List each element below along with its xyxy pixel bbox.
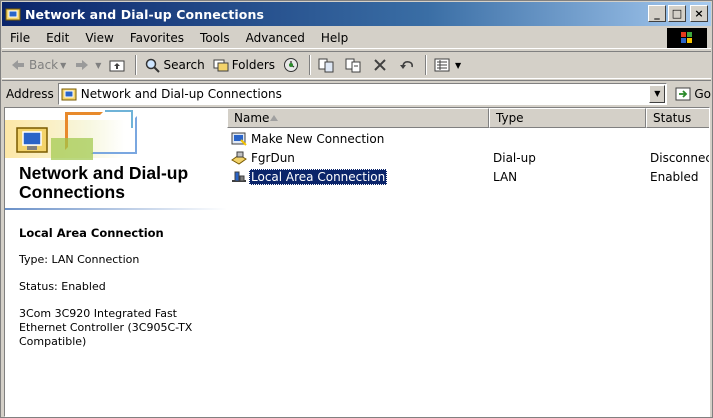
column-header-name[interactable]: Name bbox=[227, 108, 489, 128]
address-value: Network and Dial-up Connections bbox=[80, 86, 282, 101]
views-icon bbox=[434, 57, 450, 73]
maximize-button[interactable]: □ bbox=[668, 5, 686, 22]
folders-label: Folders bbox=[231, 58, 276, 72]
window-title: Network and Dial-up Connections bbox=[25, 6, 265, 22]
menu-favorites[interactable]: Favorites bbox=[122, 28, 192, 48]
selected-connection-name: Local Area Connection bbox=[19, 226, 164, 240]
column-header-status[interactable]: Status bbox=[646, 108, 709, 128]
back-button[interactable]: Back ▼ bbox=[6, 53, 70, 77]
banner-graphic bbox=[5, 108, 227, 162]
delete-icon bbox=[372, 57, 388, 73]
go-arrow-icon bbox=[675, 86, 691, 102]
up-folder-icon bbox=[109, 57, 125, 73]
menu-advanced[interactable]: Advanced bbox=[238, 28, 313, 48]
search-icon bbox=[144, 57, 161, 73]
lan-icon bbox=[231, 169, 247, 185]
delete-button[interactable] bbox=[368, 53, 395, 77]
menu-view[interactable]: View bbox=[77, 28, 121, 48]
address-bar: Address Network and Dial-up Connections … bbox=[2, 80, 711, 106]
column-header-type[interactable]: Type bbox=[489, 108, 646, 128]
pane-title: Network and Dial-up Connections bbox=[19, 163, 189, 202]
menu-help[interactable]: Help bbox=[313, 28, 356, 48]
menu-tools[interactable]: Tools bbox=[192, 28, 238, 48]
list-header: Name Type Status bbox=[227, 108, 709, 128]
title-bar[interactable]: Network and Dial-up Connections _ □ × bbox=[2, 2, 711, 26]
pane-divider bbox=[5, 208, 227, 210]
toolbar-separator bbox=[135, 55, 138, 75]
forward-dropdown-icon[interactable]: ▼ bbox=[95, 61, 101, 70]
views-button[interactable]: ▼ bbox=[430, 53, 465, 77]
copy-to-icon bbox=[345, 57, 361, 73]
list-item-make-new-connection[interactable]: Make New Connection bbox=[227, 130, 709, 148]
go-label: Go bbox=[694, 86, 711, 101]
address-input[interactable]: Network and Dial-up Connections ▼ bbox=[57, 82, 668, 105]
back-dropdown-icon[interactable]: ▼ bbox=[60, 61, 66, 70]
wizard-icon bbox=[231, 131, 247, 147]
folders-icon bbox=[213, 57, 229, 73]
close-button[interactable]: × bbox=[690, 5, 708, 22]
minimize-button[interactable]: _ bbox=[648, 5, 666, 22]
item-label: Make New Connection bbox=[251, 132, 385, 146]
copy-to-button[interactable] bbox=[341, 53, 368, 77]
search-button[interactable]: Search bbox=[140, 53, 208, 77]
search-label: Search bbox=[163, 58, 205, 72]
windows-logo-icon bbox=[667, 28, 707, 48]
views-dropdown-icon[interactable]: ▼ bbox=[455, 61, 461, 70]
network-connections-icon bbox=[15, 122, 51, 158]
selected-connection-type: Type: LAN Connection bbox=[19, 253, 140, 266]
explorer-window: Network and Dial-up Connections _ □ × Fi… bbox=[0, 0, 713, 418]
menu-edit[interactable]: Edit bbox=[38, 28, 77, 48]
list-item-local-area-connection[interactable]: Local Area Connection LAN Enabled bbox=[227, 168, 709, 186]
selected-connection-status: Status: Enabled bbox=[19, 280, 106, 293]
sort-ascending-icon bbox=[270, 115, 278, 121]
item-status: Disconnect bbox=[650, 151, 709, 165]
item-label: Local Area Connection bbox=[249, 169, 388, 185]
item-type: Dial-up bbox=[493, 151, 536, 165]
item-label: FgrDun bbox=[251, 151, 295, 165]
network-folder-icon bbox=[61, 86, 77, 102]
selected-connection-device: 3Com 3C920 Integrated Fast Ethernet Cont… bbox=[19, 307, 193, 348]
menu-bar: File Edit View Favorites Tools Advanced … bbox=[2, 27, 711, 49]
go-button[interactable]: Go bbox=[675, 86, 711, 102]
history-button[interactable] bbox=[279, 53, 306, 77]
dialup-icon bbox=[231, 150, 247, 166]
toolbar-separator bbox=[425, 55, 428, 75]
back-label: Back bbox=[29, 58, 59, 72]
history-icon bbox=[283, 57, 299, 73]
network-folder-icon bbox=[5, 6, 21, 22]
toolbar-separator bbox=[309, 55, 312, 75]
menu-file[interactable]: File bbox=[2, 28, 38, 48]
undo-button[interactable] bbox=[395, 53, 422, 77]
undo-icon bbox=[399, 57, 415, 73]
back-arrow-icon bbox=[10, 57, 26, 73]
forward-button[interactable]: ▼ bbox=[70, 53, 105, 77]
address-label: Address bbox=[6, 86, 54, 101]
forward-arrow-icon bbox=[74, 57, 90, 73]
folder-content: Network and Dial-up Connections Local Ar… bbox=[4, 107, 710, 417]
up-folder-button[interactable] bbox=[105, 53, 132, 77]
folders-button[interactable]: Folders bbox=[209, 53, 279, 77]
connections-list: Name Type Status Make New Connection Fgr… bbox=[227, 108, 709, 416]
list-item-fgrdun[interactable]: FgrDun Dial-up Disconnect bbox=[227, 149, 709, 167]
standard-toolbar: Back ▼ ▼ Search Folders ▼ bbox=[2, 51, 711, 79]
item-type: LAN bbox=[493, 170, 518, 184]
web-view-pane: Network and Dial-up Connections Local Ar… bbox=[5, 108, 227, 416]
address-dropdown-icon[interactable]: ▼ bbox=[649, 84, 666, 103]
move-to-icon bbox=[318, 57, 334, 73]
move-to-button[interactable] bbox=[314, 53, 341, 77]
item-status: Enabled bbox=[650, 170, 699, 184]
